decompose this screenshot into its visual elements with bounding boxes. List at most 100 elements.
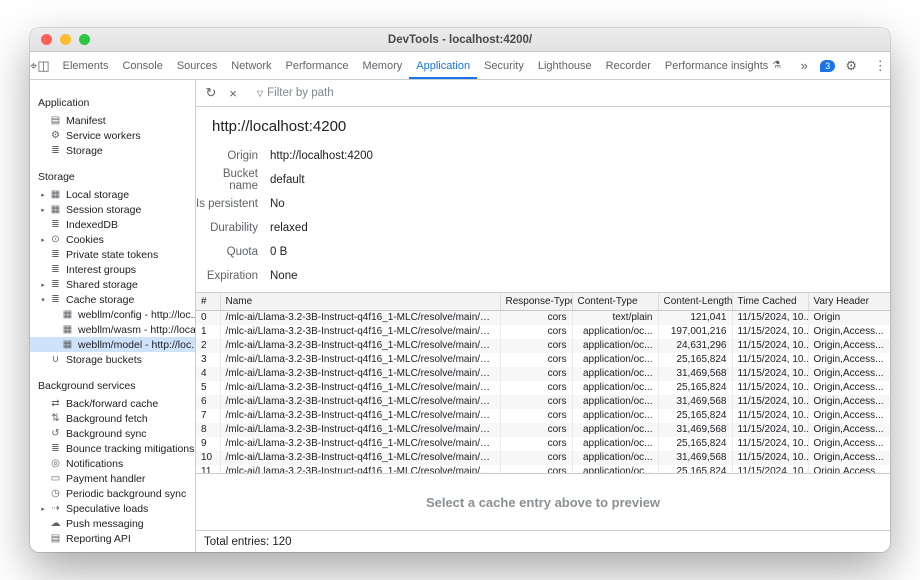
sidebar-item[interactable]: ▦ webllm/model - http://loc... <box>30 337 195 352</box>
sidebar-item[interactable]: ▸ ⇢ Speculative loads <box>30 501 195 516</box>
device-toolbar-icon[interactable]: ◫ <box>37 52 49 79</box>
cache-entry-row[interactable]: 4 /mlc-ai/Llama-3.2-3B-Instruct-q4f16_1-… <box>196 367 890 381</box>
col-time-cached[interactable]: Time Cached <box>732 293 808 310</box>
col-vary-header[interactable]: Vary Header <box>808 293 890 310</box>
zoom-button[interactable] <box>79 34 90 45</box>
devtools-tab[interactable]: Elements <box>56 52 116 79</box>
tree-expand-icon[interactable]: ▸ <box>38 236 48 244</box>
sidebar-item[interactable]: ⚙ Service workers <box>30 128 195 143</box>
more-tabs-icon[interactable]: » <box>791 58 817 73</box>
devtools-tab[interactable]: Security <box>477 52 531 79</box>
sidebar-item-icon: ⇄ <box>48 398 63 409</box>
devtools-tab[interactable]: Lighthouse <box>531 52 599 79</box>
sidebar-item-label: Interest groups <box>66 264 195 276</box>
tab-performance-insights[interactable]: Performance insights ⚗ <box>658 60 788 72</box>
cell-content-type: application/oc... <box>572 437 658 451</box>
cell-time-cached: 11/15/2024, 10... <box>732 395 808 409</box>
sidebar-item[interactable]: ▦ webllm/wasm - http://loca... <box>30 322 195 337</box>
application-sidebar: Application ▤ Manifest ⚙ Service workers… <box>30 80 196 552</box>
sidebar-item[interactable]: ↺ Background sync <box>30 426 195 441</box>
tree-expand-icon[interactable]: ▸ <box>38 505 48 513</box>
sidebar-item[interactable]: ☁ Push messaging <box>30 516 195 531</box>
sidebar-item[interactable]: ≣ IndexedDB <box>30 217 195 232</box>
cache-entry-row[interactable]: 5 /mlc-ai/Llama-3.2-3B-Instruct-q4f16_1-… <box>196 381 890 395</box>
col-content-length[interactable]: Content-Length <box>658 293 732 310</box>
cell-name: /mlc-ai/Llama-3.2-3B-Instruct-q4f16_1-ML… <box>220 451 500 465</box>
sidebar-item[interactable]: Background services <box>30 376 195 396</box>
menu-dots-icon[interactable]: ⋮ <box>867 58 890 74</box>
settings-gear-icon[interactable]: ⚙ <box>838 58 864 74</box>
sidebar-item[interactable]: ▭ Payment handler <box>30 471 195 486</box>
tree-expand-icon[interactable]: ▸ <box>38 281 48 289</box>
sidebar-item[interactable]: ∪ Storage buckets <box>30 352 195 367</box>
devtools-tab[interactable]: Sources <box>170 52 224 79</box>
sidebar-item[interactable]: ⇅ Background fetch <box>30 411 195 426</box>
sidebar-item[interactable]: ▦ webllm/config - http://loc... <box>30 307 195 322</box>
metadata-value: default <box>270 174 305 186</box>
sidebar-item[interactable]: ≣ Private state tokens <box>30 247 195 262</box>
cache-entry-row[interactable]: 3 /mlc-ai/Llama-3.2-3B-Instruct-q4f16_1-… <box>196 353 890 367</box>
cache-entry-row[interactable]: 1 /mlc-ai/Llama-3.2-3B-Instruct-q4f16_1-… <box>196 325 890 339</box>
sidebar-item[interactable]: ◎ Notifications <box>30 456 195 471</box>
sidebar-item-label: Notifications <box>66 458 195 470</box>
tree-expand-icon[interactable]: ▸ <box>38 191 48 199</box>
sidebar-item[interactable]: ▾ ≣ Cache storage <box>30 292 195 307</box>
tree-expand-icon[interactable]: ▾ <box>38 296 48 304</box>
minimize-button[interactable] <box>60 34 71 45</box>
close-button[interactable] <box>41 34 52 45</box>
col-content-type[interactable]: Content-Type <box>572 293 658 310</box>
sidebar-item[interactable]: ≣ Storage <box>30 143 195 158</box>
sidebar-item-label: webllm/model - http://loc... <box>78 339 195 351</box>
devtools-tab[interactable]: Recorder <box>599 52 658 79</box>
devtools-tab[interactable]: Application <box>409 52 477 79</box>
cache-origin-title: http://localhost:4200 <box>196 107 890 144</box>
col-name[interactable]: Name <box>220 293 500 310</box>
sidebar-item[interactable]: ▤ Reporting API <box>30 531 195 546</box>
sidebar-item[interactable]: ≣ Bounce tracking mitigations <box>30 441 195 456</box>
cell-index: 7 <box>196 409 220 423</box>
cache-entry-row[interactable]: 11 /mlc-ai/Llama-3.2-3B-Instruct-q4f16_1… <box>196 465 890 474</box>
console-messages-badge[interactable]: 3 <box>820 60 835 72</box>
sidebar-item[interactable]: ⇄ Back/forward cache <box>30 396 195 411</box>
metadata-value: None <box>270 270 298 282</box>
cell-time-cached: 11/15/2024, 10... <box>732 339 808 353</box>
cell-content-type: application/oc... <box>572 465 658 474</box>
sidebar-item[interactable]: ▸ ⊙ Cookies <box>30 232 195 247</box>
status-bar: Total entries: 120 <box>196 530 890 552</box>
sidebar-item-icon: ▦ <box>60 324 75 335</box>
cache-entry-row[interactable]: 0 /mlc-ai/Llama-3.2-3B-Instruct-q4f16_1-… <box>196 310 890 325</box>
metadata-row: Bucket name default <box>196 168 890 192</box>
cell-response-type: cors <box>500 395 572 409</box>
cache-entry-row[interactable]: 2 /mlc-ai/Llama-3.2-3B-Instruct-q4f16_1-… <box>196 339 890 353</box>
delete-selected-icon[interactable]: × <box>222 86 244 101</box>
sidebar-item[interactable]: ▸ ▦ Local storage <box>30 187 195 202</box>
cell-name: /mlc-ai/Llama-3.2-3B-Instruct-q4f16_1-ML… <box>220 409 500 423</box>
sidebar-item[interactable]: ≣ Interest groups <box>30 262 195 277</box>
cache-entry-row[interactable]: 8 /mlc-ai/Llama-3.2-3B-Instruct-q4f16_1-… <box>196 423 890 437</box>
devtools-tab[interactable]: Performance <box>279 52 356 79</box>
inspect-element-icon[interactable]: ⌖ <box>30 52 37 79</box>
cache-entry-row[interactable]: 9 /mlc-ai/Llama-3.2-3B-Instruct-q4f16_1-… <box>196 437 890 451</box>
col-index[interactable]: # <box>196 293 220 310</box>
sidebar-item[interactable]: ▸ ▦ Session storage <box>30 202 195 217</box>
cache-entry-row[interactable]: 7 /mlc-ai/Llama-3.2-3B-Instruct-q4f16_1-… <box>196 409 890 423</box>
sidebar-item[interactable]: ◷ Periodic background sync <box>30 486 195 501</box>
tree-expand-icon[interactable]: ▸ <box>38 206 48 214</box>
sidebar-item[interactable]: Application <box>30 93 195 113</box>
sidebar-item-label: Storage buckets <box>66 354 195 366</box>
devtools-tab[interactable]: Network <box>224 52 278 79</box>
sidebar-item-label: Reporting API <box>66 533 195 545</box>
col-response-type[interactable]: Response-Type <box>500 293 572 310</box>
sidebar-item[interactable]: ▸ ≣ Shared storage <box>30 277 195 292</box>
sidebar-item-icon: ≣ <box>48 219 63 230</box>
sidebar-item[interactable]: ▤ Manifest <box>30 113 195 128</box>
cell-vary-header: Origin,Access... <box>808 451 890 465</box>
refresh-icon[interactable]: ↻ <box>200 85 222 101</box>
devtools-tab[interactable]: Memory <box>356 52 410 79</box>
filter-by-path-input[interactable] <box>267 87 507 99</box>
cache-entry-row[interactable]: 10 /mlc-ai/Llama-3.2-3B-Instruct-q4f16_1… <box>196 451 890 465</box>
devtools-tab[interactable]: Console <box>115 52 169 79</box>
cell-name: /mlc-ai/Llama-3.2-3B-Instruct-q4f16_1-ML… <box>220 395 500 409</box>
sidebar-item[interactable]: Storage <box>30 167 195 187</box>
cache-entry-row[interactable]: 6 /mlc-ai/Llama-3.2-3B-Instruct-q4f16_1-… <box>196 395 890 409</box>
